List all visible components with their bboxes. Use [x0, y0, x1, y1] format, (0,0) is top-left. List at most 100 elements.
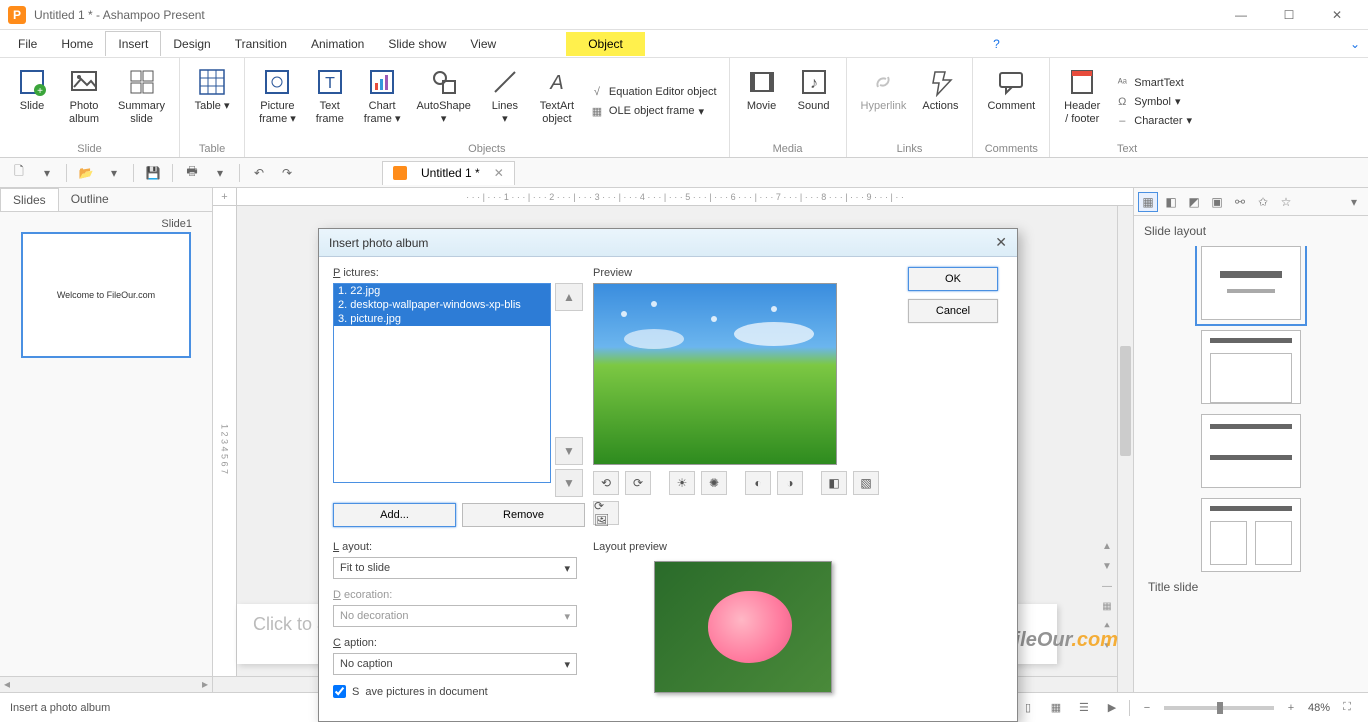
table-button[interactable]: Table ▾ — [188, 62, 236, 117]
rp-tab-color-icon[interactable]: ◩ — [1184, 192, 1204, 212]
contrast-up-icon[interactable]: ◐ — [745, 471, 771, 495]
textart-button[interactable]: A TextArt object — [533, 62, 581, 130]
move-up-button[interactable]: ▲ — [555, 283, 583, 311]
rp-tab-design-icon[interactable]: ◧ — [1161, 192, 1181, 212]
brightness-up-icon[interactable]: ☀ — [669, 471, 695, 495]
ok-button[interactable]: OK — [908, 267, 998, 291]
menu-transition[interactable]: Transition — [223, 32, 299, 56]
ruler-corner[interactable]: + — [213, 188, 237, 206]
summary-slide-button[interactable]: Summary slide — [112, 62, 171, 130]
decoration-select[interactable]: No decoration▾ — [333, 605, 577, 627]
menu-object[interactable]: Object — [566, 32, 645, 56]
cancel-button[interactable]: Cancel — [908, 299, 998, 323]
rotate-left-icon[interactable]: ⟲ — [593, 471, 619, 495]
contrast-down-icon[interactable]: ◑ — [777, 471, 803, 495]
layout-two-columns[interactable] — [1201, 498, 1301, 572]
rp-tab-favorite-icon[interactable]: ☆ — [1276, 192, 1296, 212]
minimize-button[interactable]: — — [1218, 1, 1264, 29]
layout-select[interactable]: Fit to slide▾ — [333, 557, 577, 579]
menu-file[interactable]: File — [6, 32, 49, 56]
rp-tab-star-icon[interactable]: ✩ — [1253, 192, 1273, 212]
symbol-button[interactable]: ΩSymbol ▾ — [1110, 93, 1196, 111]
left-scrollbar[interactable]: ◂▸ — [0, 676, 212, 692]
print-dropdown-icon[interactable]: ▾ — [207, 161, 233, 185]
menu-slideshow[interactable]: Slide show — [376, 32, 458, 56]
slide-button[interactable]: + Slide — [8, 62, 56, 117]
recolor-icon[interactable]: ▧ — [853, 471, 879, 495]
ole-frame-button[interactable]: ▦OLE object frame ▾ — [585, 102, 721, 120]
print-icon[interactable]: 🖶 — [179, 161, 205, 185]
add-button[interactable]: Add... — [333, 503, 456, 527]
document-tab[interactable]: Untitled 1 * ✕ — [382, 161, 515, 185]
menu-insert[interactable]: Insert — [105, 31, 161, 56]
new-doc-icon[interactable]: 🗋 — [6, 161, 32, 185]
menu-view[interactable]: View — [458, 32, 508, 56]
chart-frame-button[interactable]: Chart frame ▾ — [358, 62, 407, 130]
rp-tab-link-icon[interactable]: ⚯ — [1230, 192, 1250, 212]
nav-slides-icon[interactable]: ▦ — [1099, 598, 1115, 614]
tab-outline[interactable]: Outline — [59, 188, 121, 211]
hyperlink-button[interactable]: Hyperlink — [855, 62, 913, 117]
dialog-title-bar[interactable]: Insert photo album ✕ — [319, 229, 1017, 257]
view-normal-icon[interactable]: ▯ — [1017, 698, 1039, 718]
smarttext-button[interactable]: ᴬᵃSmartText — [1110, 74, 1196, 92]
menu-animation[interactable]: Animation — [299, 32, 376, 56]
rp-tab-media-icon[interactable]: ▣ — [1207, 192, 1227, 212]
view-sorter-icon[interactable]: ▦ — [1045, 698, 1067, 718]
layout-title-slide[interactable] — [1201, 246, 1301, 320]
view-slideshow-icon[interactable]: ▶ — [1101, 698, 1123, 718]
actions-button[interactable]: Actions — [916, 62, 964, 117]
character-button[interactable]: –Character ▾ — [1110, 112, 1196, 130]
help-icon[interactable]: ? — [983, 33, 1010, 55]
layout-two-bars[interactable] — [1201, 414, 1301, 488]
caption-select[interactable]: No caption▾ — [333, 653, 577, 675]
open-icon[interactable]: 📂 — [73, 161, 99, 185]
remove-button[interactable]: Remove — [462, 503, 585, 527]
list-item[interactable]: 1. 22.jpg — [334, 284, 550, 298]
open-dropdown-icon[interactable]: ▾ — [101, 161, 127, 185]
autoshape-button[interactable]: AutoShape▾ — [410, 62, 476, 130]
zoom-slider[interactable] — [1164, 706, 1274, 710]
nav-down-icon[interactable]: ▼ — [1099, 558, 1115, 574]
nav-up-icon[interactable]: ▲ — [1099, 538, 1115, 554]
equation-editor-button[interactable]: √Equation Editor object — [585, 83, 721, 101]
rp-tab-menu-icon[interactable]: ▾ — [1344, 192, 1364, 212]
grayscale-icon[interactable]: ◧ — [821, 471, 847, 495]
comment-button[interactable]: Comment — [981, 62, 1041, 117]
rp-tab-layout-icon[interactable]: ▦ — [1138, 192, 1158, 212]
slide-thumbnail[interactable]: Welcome to FileOur.com — [21, 232, 191, 358]
canvas-scrollbar-v[interactable] — [1117, 206, 1133, 692]
menu-home[interactable]: Home — [49, 32, 105, 56]
new-dropdown-icon[interactable]: ▾ — [34, 161, 60, 185]
move-bottom-button[interactable]: ▼ — [555, 469, 583, 497]
list-item[interactable]: 3. picture.jpg — [334, 312, 550, 326]
save-icon[interactable]: 💾 — [140, 161, 166, 185]
tab-slides[interactable]: Slides — [0, 188, 59, 211]
menu-design[interactable]: Design — [161, 32, 222, 56]
redo-icon[interactable]: ↷ — [274, 161, 300, 185]
save-pictures-checkbox[interactable]: Save pictures in document — [333, 685, 583, 698]
brightness-down-icon[interactable]: ✺ — [701, 471, 727, 495]
rotate-right-icon[interactable]: ⟳ — [625, 471, 651, 495]
zoom-in-button[interactable]: + — [1280, 698, 1302, 718]
layout-title-content[interactable] — [1201, 330, 1301, 404]
zoom-fit-icon[interactable]: ⛶ — [1336, 698, 1358, 718]
header-footer-button[interactable]: Header / footer — [1058, 62, 1106, 130]
undo-icon[interactable]: ↶ — [246, 161, 272, 185]
dialog-close-icon[interactable]: ✕ — [995, 234, 1007, 251]
photo-album-button[interactable]: Photo album — [60, 62, 108, 130]
ribbon-collapse-icon[interactable]: ⌄ — [1348, 33, 1362, 55]
pictures-listbox[interactable]: 1. 22.jpg 2. desktop-wallpaper-windows-x… — [333, 283, 551, 483]
zoom-out-button[interactable]: − — [1136, 698, 1158, 718]
view-outline-icon[interactable]: ☰ — [1073, 698, 1095, 718]
movie-button[interactable]: Movie — [738, 62, 786, 117]
maximize-button[interactable]: ☐ — [1266, 1, 1312, 29]
reset-image-icon[interactable]: ⟳🖼 — [593, 501, 619, 525]
lines-button[interactable]: Lines▾ — [481, 62, 529, 130]
sound-button[interactable]: ♪ Sound — [790, 62, 838, 117]
close-window-button[interactable]: ✕ — [1314, 1, 1360, 29]
doc-tab-close-icon[interactable]: ✕ — [494, 166, 504, 180]
list-item[interactable]: 2. desktop-wallpaper-windows-xp-blis — [334, 298, 550, 312]
text-frame-button[interactable]: T Text frame — [306, 62, 354, 130]
picture-frame-button[interactable]: Picture frame ▾ — [253, 62, 302, 130]
